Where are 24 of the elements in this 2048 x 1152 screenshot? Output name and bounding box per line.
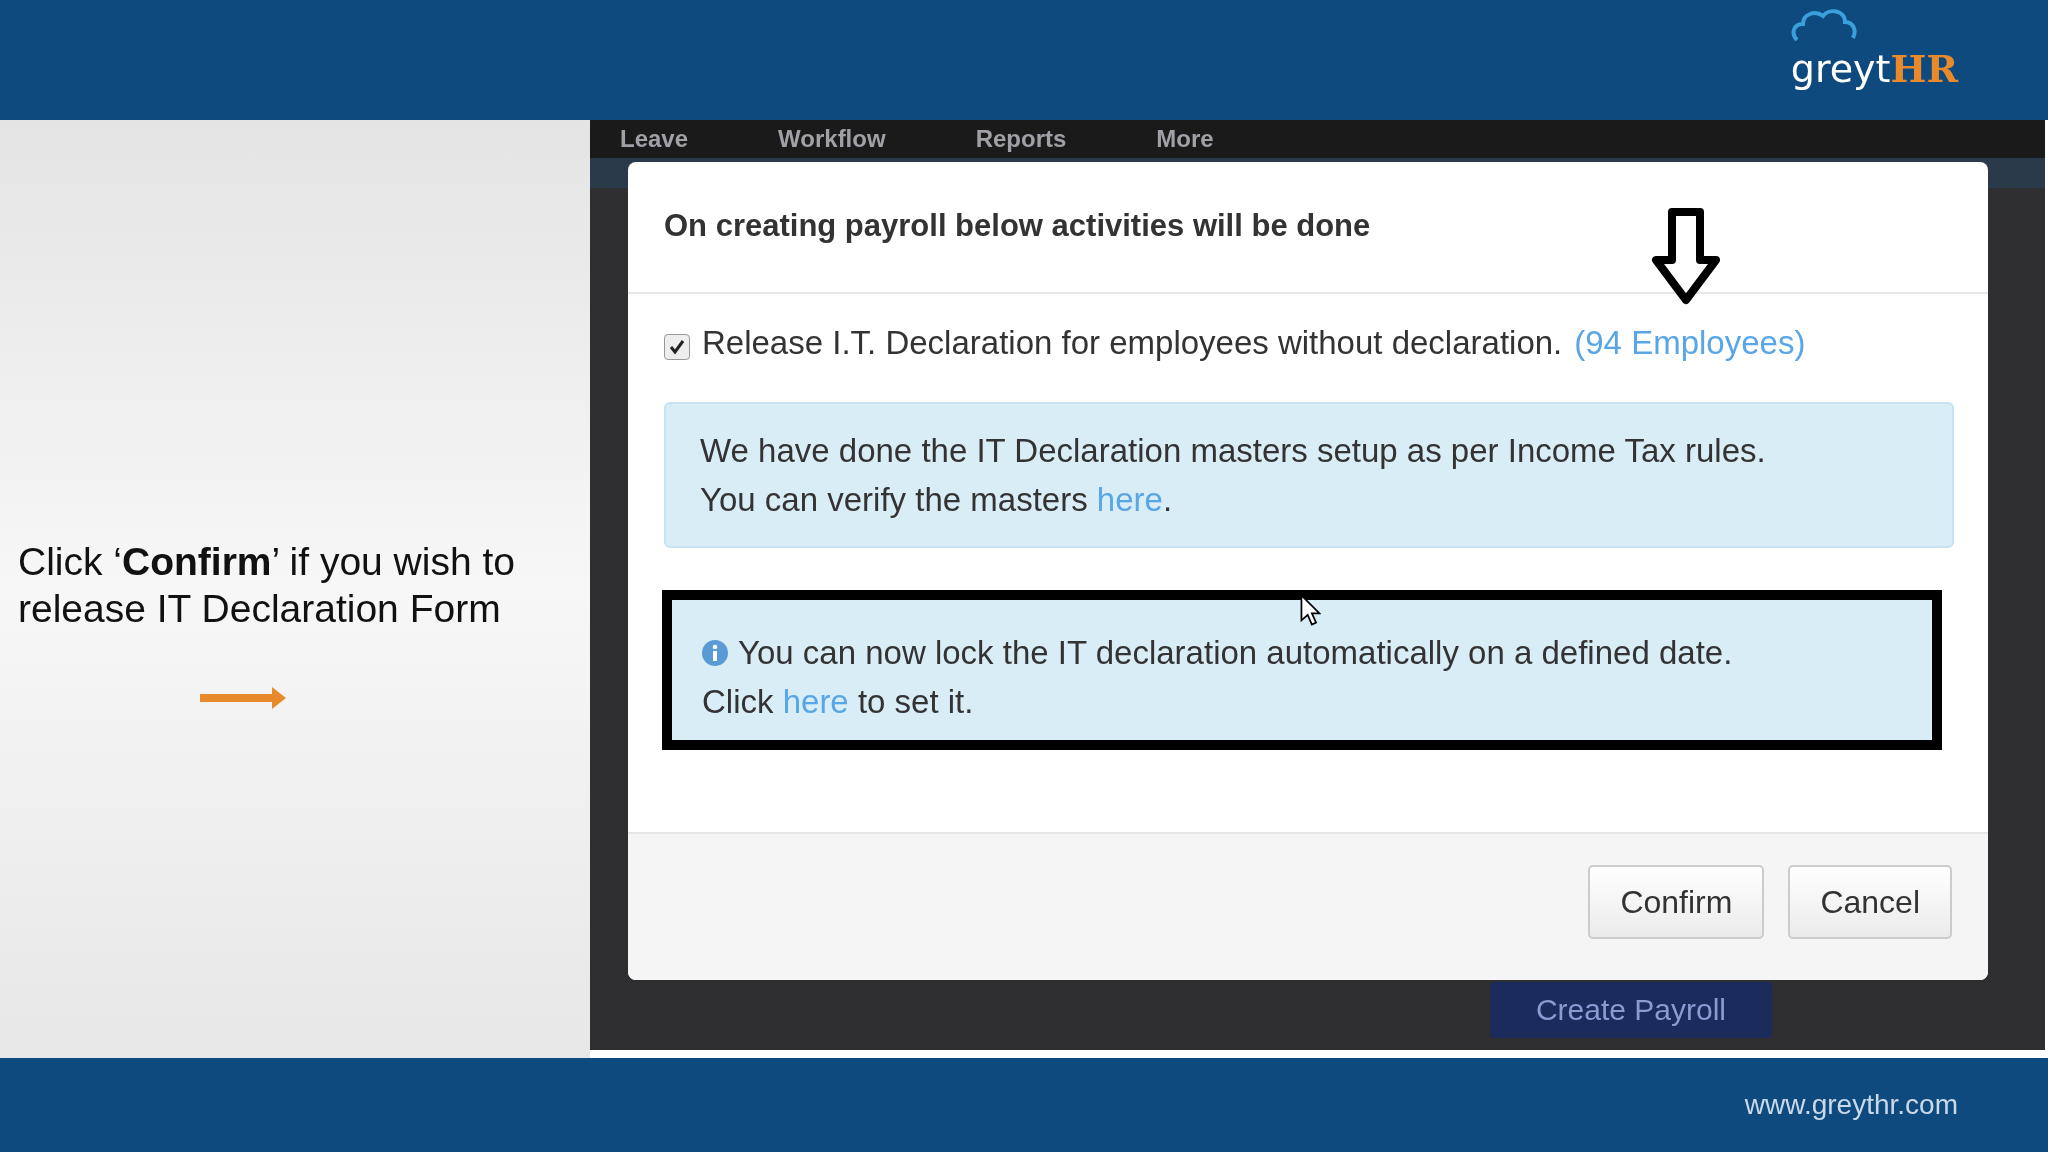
- info-text: We have done the IT Declaration masters setup as per Income Tax rules.: [700, 431, 1767, 471]
- nav-item[interactable]: Workflow: [778, 126, 886, 152]
- alert-text: to set it.: [856, 682, 974, 722]
- cursor-icon: [1300, 594, 1321, 626]
- create-payroll-button[interactable]: Create Payroll: [1490, 982, 1772, 1038]
- option-label: Release I.T. Declaration for employees without declaration.: [702, 324, 1563, 362]
- checkmark-icon: [668, 338, 686, 356]
- nav-item[interactable]: More: [1156, 126, 1214, 152]
- alert-text: You can now lock the IT declaration automatically on a defined date.: [738, 633, 1733, 673]
- down-arrow-icon: [1650, 208, 1722, 306]
- checkbox[interactable]: [664, 334, 690, 360]
- info-text: .: [1162, 480, 1173, 520]
- instruction-text: Click ‘Confirm’ if you wish to release IT Declaration Form: [18, 539, 516, 632]
- dialog-button[interactable]: Cancel: [1788, 865, 1952, 939]
- logo-text: greytHR: [1790, 45, 1958, 91]
- alert-text: Click: [702, 682, 775, 722]
- dialog-title: On creating payroll below activities will be done: [664, 208, 1371, 244]
- info-icon: [702, 639, 728, 666]
- arrow-icon: [200, 686, 286, 709]
- dialog-button[interactable]: Confirm: [1588, 865, 1765, 939]
- website-url: www.greythr.com: [1744, 1089, 1958, 1121]
- nav-item[interactable]: Reports: [975, 126, 1067, 152]
- nav-item[interactable]: Leave: [620, 126, 689, 152]
- info-text: You can verify the masters: [700, 480, 1089, 520]
